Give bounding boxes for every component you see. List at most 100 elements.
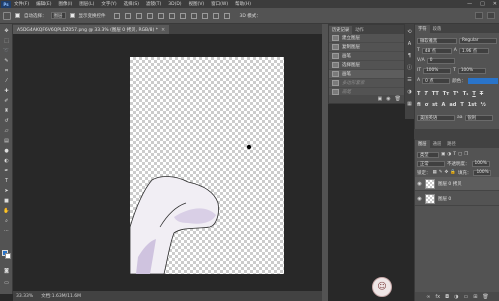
adjustment-layer-icon[interactable]: ◑ [454,294,458,300]
visibility-eye-icon[interactable]: ◉ [417,196,422,202]
oldstyle-button[interactable]: ơ [425,102,428,108]
menu-filter[interactable]: 滤镜(T) [146,1,161,7]
history-item[interactable]: 建立图层 [329,34,404,43]
add-mask-icon[interactable]: ◘ [445,294,449,300]
blur-tool-icon[interactable]: ● [3,148,10,154]
delete-state-icon[interactable]: 🗑 [395,96,401,102]
distribute-top-icon[interactable] [179,12,186,19]
blend-mode-select[interactable]: 正常 [417,160,445,167]
hand-tool-icon[interactable]: ✋ [3,208,10,214]
crop-tool-icon[interactable]: ⌗ [3,68,10,74]
healing-brush-tool-icon[interactable]: ✚ [3,88,10,94]
visibility-eye-icon[interactable]: ◉ [417,181,422,187]
language-select[interactable]: 美国英语 [417,114,455,121]
opacity-field[interactable]: 100% [471,160,490,167]
tracking-field[interactable]: 0 [426,57,455,64]
new-group-icon[interactable]: ▭ [463,294,468,300]
menu-window[interactable]: 窗口(W) [211,1,228,7]
more-tools-icon[interactable]: ⋯ [3,228,10,234]
gradient-tool-icon[interactable]: ▤ [3,138,10,144]
quick-mask-icon[interactable]: ◙ [3,268,10,274]
layer-kind-filter[interactable]: 类型 [417,151,439,158]
align-left-icon[interactable] [146,12,153,19]
move-tool-icon[interactable] [3,11,11,20]
menu-view[interactable]: 视图(V) [189,1,205,7]
close-window-button[interactable]: ✕ [493,1,497,7]
antialias-select[interactable]: 锐利 [464,114,493,121]
lock-all-icon[interactable]: 🔒 [450,170,456,175]
tab-actions[interactable]: 动作 [352,26,367,34]
fill-field[interactable]: 100% [473,169,492,176]
history-panel-icon[interactable]: ⟲ [406,28,413,35]
pen-tool-icon[interactable]: ✒ [3,168,10,174]
type-tool-icon[interactable]: T [3,178,10,184]
styles-panel-icon[interactable]: ▦ [406,100,413,107]
menu-edit[interactable]: 编辑(E) [36,1,51,7]
history-brush-tool-icon[interactable]: ↺ [3,118,10,124]
align-right-icon[interactable] [168,12,175,19]
background-color-swatch[interactable] [5,253,11,259]
layer-row-active[interactable]: ◉ 图层 0 拷贝 [415,177,499,191]
zoom-tool-icon[interactable]: ⌕ [3,218,10,224]
info-panel-icon[interactable]: ⓘ [406,64,413,71]
properties-panel-icon[interactable]: ☰ [406,76,413,83]
minimize-button[interactable]: — [467,1,472,7]
align-top-icon[interactable] [113,12,120,19]
layer-row[interactable]: ◉ 图层 0 [415,192,499,206]
lock-pixels-icon[interactable]: ▦ [433,170,437,175]
history-item[interactable]: 多边形套索 [329,79,404,88]
menu-layer[interactable]: 图层(L) [79,1,94,7]
show-transform-checkbox[interactable] [69,13,75,18]
vertical-scale-field[interactable]: 100% [423,67,452,74]
font-family-select[interactable]: 微软雅黑 [417,37,457,44]
link-layers-icon[interactable]: ∞ [426,294,430,300]
new-document-from-state-icon[interactable]: ▣ [378,96,383,102]
underline-button[interactable]: T [472,91,475,97]
paragraph-panel-icon[interactable]: ¶ [406,52,413,59]
distribute-right-icon[interactable] [223,12,230,19]
shape-tool-icon[interactable]: ■ [3,198,10,204]
ordinals-button[interactable]: T [460,102,463,108]
tab-layers[interactable]: 图层 [415,140,430,148]
tab-channels[interactable]: 通道 [430,140,445,148]
quick-select-tool-icon[interactable]: ✎ [3,58,10,64]
marquee-tool-icon[interactable]: ⬚ [3,38,10,44]
lock-position-icon[interactable]: ✥ [445,170,449,175]
lasso-tool-icon[interactable]: ➰ [3,48,10,54]
new-layer-icon[interactable]: ⊞ [473,294,477,300]
leading-field[interactable]: 1.96 点 [458,47,489,54]
align-hcenter-icon[interactable] [157,12,164,19]
ligature-button[interactable]: fi [417,102,421,108]
small-caps-button[interactable]: Tт [443,91,449,97]
search-icon[interactable] [487,12,495,19]
filter-shape-icon[interactable]: ▢ [458,152,462,157]
subscript-button[interactable]: T₁ [463,91,469,97]
layer-style-icon[interactable]: fx [435,294,440,300]
text-color-swatch[interactable] [467,77,498,84]
filter-smart-icon[interactable]: ❐ [464,152,468,157]
menu-type[interactable]: 文字(Y) [101,1,116,7]
horizontal-scale-field[interactable]: 100% [457,67,486,74]
adjustments-panel-icon[interactable]: ◑ [406,88,413,95]
titling-button[interactable]: ad [449,102,456,108]
tab-paragraph[interactable]: 段落 [430,25,445,33]
menu-help[interactable]: 帮助(H) [235,1,251,7]
menu-image[interactable]: 图像(I) [58,1,72,7]
swash-button[interactable]: st [432,102,437,108]
menu-file[interactable]: 文件(F) [14,1,29,7]
faux-bold-button[interactable]: T [417,91,420,97]
move-tool-icon[interactable]: ✥ [3,28,10,34]
align-bottom-icon[interactable] [135,12,142,19]
auto-select-dropdown[interactable]: 图层 [50,12,66,19]
half-button[interactable]: ½ [481,102,486,108]
menu-select[interactable]: 选择(S) [124,1,139,7]
auto-select-checkbox[interactable] [15,13,20,18]
all-caps-button[interactable]: TT [432,91,439,97]
faux-italic-button[interactable]: T [424,91,427,97]
distribute-bottom-icon[interactable] [201,12,208,19]
history-item[interactable]: 复制图层 [329,43,404,52]
strikethrough-button[interactable]: T [480,91,483,97]
alternates-button[interactable]: A [442,102,446,108]
eyedropper-tool-icon[interactable]: ⁄ [3,78,10,84]
zoom-level[interactable]: 33.33% [16,294,33,299]
